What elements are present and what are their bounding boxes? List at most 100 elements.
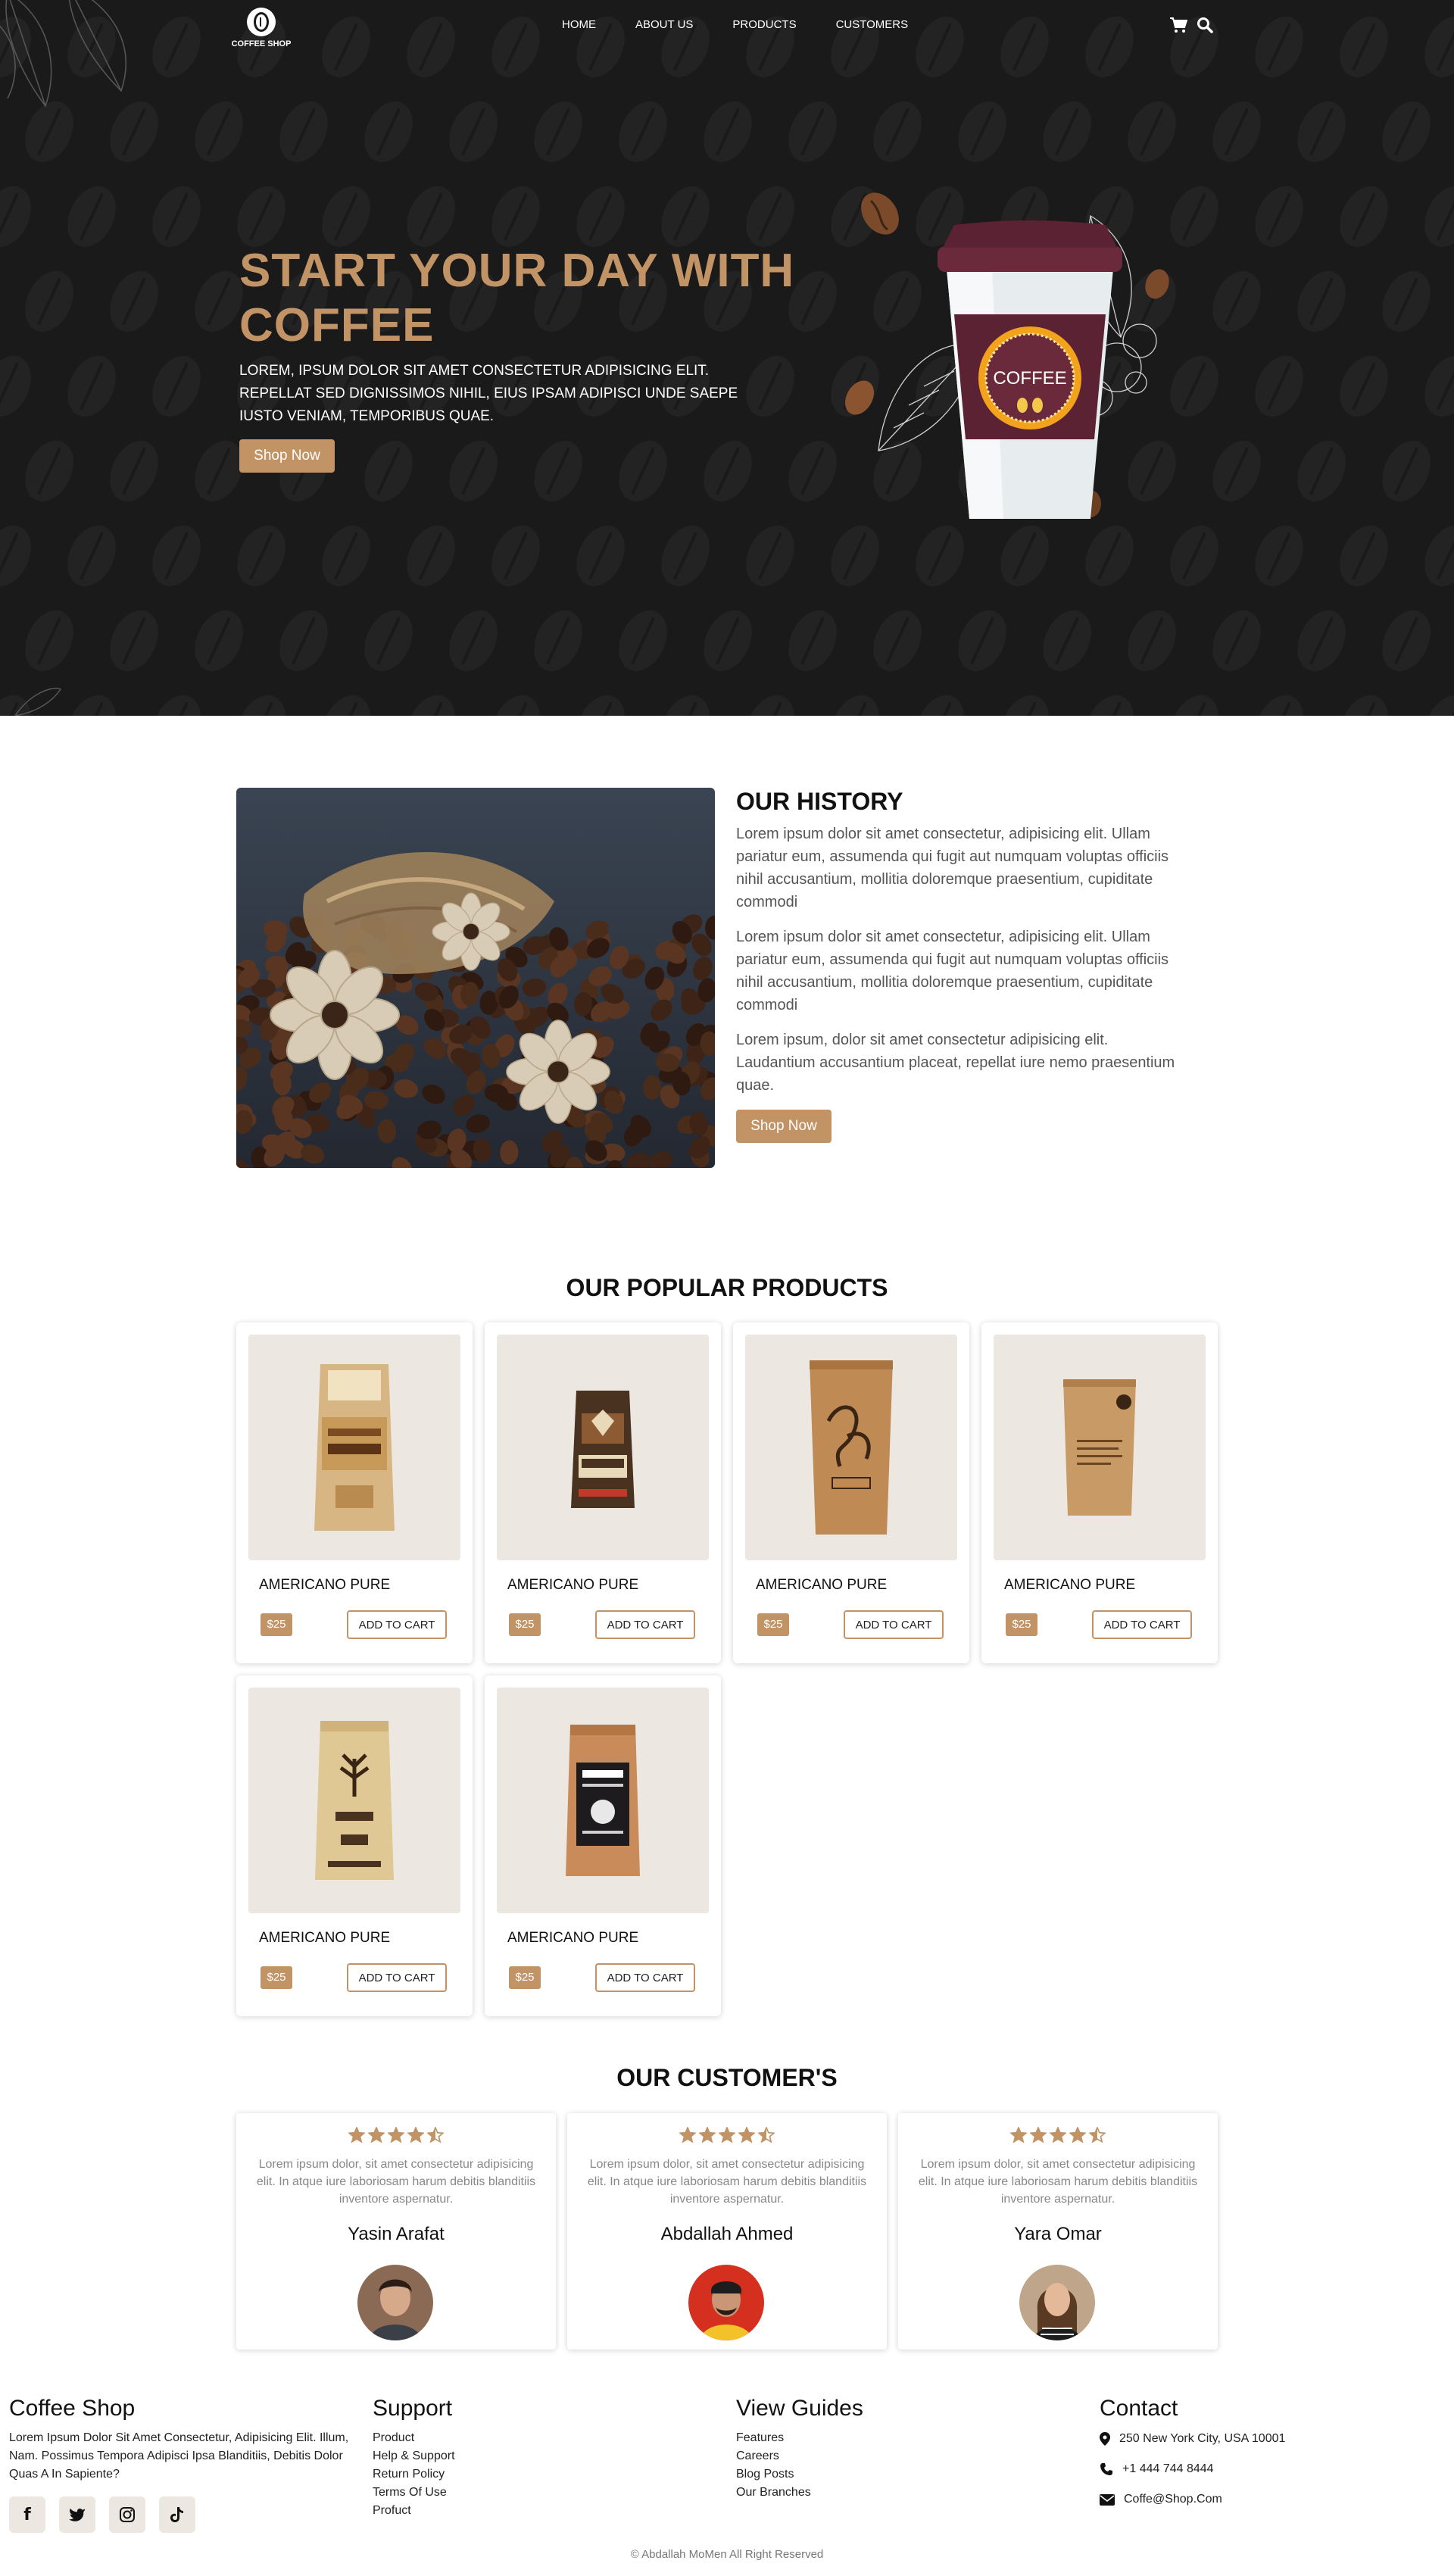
bean-pattern-icon [142, 348, 211, 425]
reviewer-name: Abdallah Ahmed [660, 2224, 794, 2244]
footer-link-help-support[interactable]: Help & Support [373, 2447, 455, 2465]
product-price: $25 [261, 1966, 292, 1989]
coffee-cup-image: COFFEE [845, 192, 1169, 519]
bean-pattern-icon [100, 602, 168, 679]
star-icon [1069, 2127, 1086, 2144]
bean-pattern-icon [1372, 93, 1440, 170]
bean-pattern-icon [566, 517, 635, 595]
bean-pattern-icon [15, 263, 83, 340]
footer-link-our-branches[interactable]: Our Branches [736, 2484, 811, 2502]
footer-link-careers[interactable]: Careers [736, 2447, 811, 2465]
nav-customers[interactable]: CUSTOMERS [836, 18, 909, 31]
product-image [248, 1335, 460, 1560]
star-icon [719, 2127, 735, 2144]
footer-link-terms-of-use[interactable]: Terms Of Use [373, 2484, 455, 2502]
bean-pattern-icon [227, 517, 295, 595]
bean-pattern-icon [609, 432, 677, 510]
envelope-icon [1100, 2493, 1115, 2506]
reviewer-name: Yasin Arafat [348, 2224, 445, 2244]
bean-pattern-icon [185, 93, 253, 170]
search-icon[interactable] [1197, 17, 1213, 33]
bean-pattern-icon [1033, 93, 1101, 170]
bean-pattern-icon [1372, 602, 1440, 679]
footer-link-product[interactable]: Product [373, 2429, 455, 2447]
bean-pattern-icon [354, 93, 423, 170]
add-to-cart-button[interactable]: ADD TO CART [595, 1963, 695, 1992]
contact-phone-text[interactable]: +1 444 744 8444 [1122, 2460, 1214, 2478]
footer-about-text: Lorem Ipsum Dolor Sit Amet Consectetur, … [9, 2431, 349, 2481]
add-to-cart-button[interactable]: ADD TO CART [347, 1610, 447, 1639]
bean-pattern-icon [1245, 348, 1313, 425]
products-title: OUR POPULAR PRODUCTS [566, 1274, 888, 1301]
history-shop-now-button[interactable]: Shop Now [736, 1110, 832, 1143]
bean-pattern-icon [270, 93, 338, 170]
history-paragraph-2: Lorem ipsum dolor sit amet consectetur, … [736, 929, 1169, 1013]
bean-pattern-icon [397, 687, 465, 716]
product-card[interactable]: AMERICANO PURE $25 ADD TO CART [236, 1675, 473, 2016]
star-icon [1010, 2127, 1027, 2144]
add-to-cart-button[interactable]: ADD TO CART [595, 1610, 695, 1639]
instagram-icon[interactable] [109, 2496, 145, 2533]
footer-link-profuct[interactable]: Profuct [373, 2502, 455, 2520]
bean-pattern-icon [1415, 687, 1454, 716]
footer-link-features[interactable]: Features [736, 2429, 811, 2447]
bean-pattern-icon [736, 687, 804, 716]
product-card[interactable]: AMERICANO PURE $25 ADD TO CART [236, 1322, 473, 1663]
cart-icon[interactable] [1169, 17, 1187, 33]
hero-shop-now-button[interactable]: Shop Now [239, 439, 335, 473]
bean-pattern-icon [1118, 93, 1186, 170]
nav-home[interactable]: HOME [562, 18, 596, 31]
product-name: AMERICANO PURE [1004, 1577, 1136, 1593]
star-rating [898, 2127, 1218, 2144]
main-nav: COFFEE SHOP HOME ABOUT US PRODUCTS CUSTO… [0, 0, 1454, 55]
bean-pattern-icon [15, 432, 83, 510]
review-text: Lorem ipsum dolor, sit amet consectetur … [256, 2158, 536, 2206]
bean-pattern-icon [863, 93, 931, 170]
bean-pattern-icon [1245, 517, 1313, 595]
tiktok-icon[interactable] [159, 2496, 195, 2533]
add-to-cart-button[interactable]: ADD TO CART [1092, 1610, 1192, 1639]
bean-pattern-icon [439, 93, 507, 170]
nav-products[interactable]: PRODUCTS [732, 18, 796, 31]
star-half-icon [758, 2127, 775, 2144]
bean-pattern-icon [821, 687, 889, 716]
add-to-cart-button[interactable]: ADD TO CART [347, 1963, 447, 1992]
twitter-icon[interactable] [59, 2496, 95, 2533]
product-card[interactable]: AMERICANO PURE $25 ADD TO CART [485, 1675, 721, 2016]
coffee-beans-photo [236, 788, 715, 1168]
footer-link-blog-posts[interactable]: Blog Posts [736, 2465, 811, 2484]
star-icon [348, 2127, 365, 2144]
star-rating [236, 2127, 556, 2144]
product-card[interactable]: AMERICANO PURE $25 ADD TO CART [981, 1322, 1218, 1663]
bean-pattern-icon [142, 178, 211, 255]
brand-logo[interactable]: COFFEE SHOP [227, 8, 295, 48]
product-image [497, 1335, 709, 1560]
add-to-cart-button[interactable]: ADD TO CART [844, 1610, 944, 1639]
nav-about-us[interactable]: ABOUT US [635, 18, 693, 31]
contact-email-text[interactable]: Coffe@Shop.Com [1124, 2490, 1222, 2509]
facebook-icon[interactable]: f [9, 2496, 45, 2533]
bean-pattern-icon [185, 602, 253, 679]
product-price: $25 [509, 1613, 541, 1636]
bean-pattern-icon [1372, 432, 1440, 510]
bean-pattern-icon [1203, 602, 1271, 679]
product-card[interactable]: AMERICANO PURE $25 ADD TO CART [485, 1322, 721, 1663]
avatar [1019, 2265, 1095, 2340]
bean-pattern-icon [1075, 687, 1144, 716]
bean-pattern-icon [142, 517, 211, 595]
star-icon [699, 2127, 716, 2144]
star-icon [368, 2127, 385, 2144]
footer-link-return-policy[interactable]: Return Policy [373, 2465, 455, 2484]
copyright: © Abdallah MoMen All Right Reserved [630, 2548, 824, 2561]
review-text: Lorem ipsum dolor, sit amet consectetur … [587, 2158, 867, 2206]
coffee-bag-icon [315, 1721, 394, 1880]
product-card[interactable]: AMERICANO PURE $25 ADD TO CART [733, 1322, 969, 1663]
coffee-bag-icon [571, 1391, 635, 1508]
bean-pattern-icon [1287, 263, 1356, 340]
bean-pattern-icon [906, 687, 974, 716]
bean-pattern-icon [948, 93, 1016, 170]
bean-pattern-icon [1033, 602, 1101, 679]
bean-pattern-icon [142, 687, 211, 716]
bean-pattern-icon [1287, 602, 1356, 679]
bean-pattern-icon [1330, 687, 1398, 716]
